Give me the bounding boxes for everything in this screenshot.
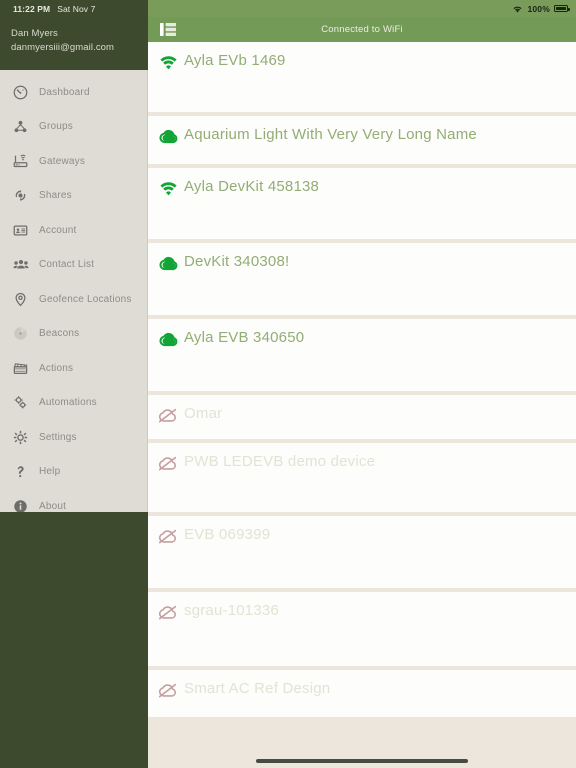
- status-bar-left: 11:22 PM Sat Nov 7: [0, 0, 148, 17]
- groups-network-icon: [12, 118, 29, 135]
- sidebar-item-label: Contact List: [39, 259, 95, 271]
- status-bar-right: 100%: [148, 0, 576, 17]
- device-name: Omar: [184, 405, 223, 422]
- cloud-offline-icon: [158, 526, 178, 546]
- shares-icon: [12, 187, 29, 204]
- device-card[interactable]: Smart AC Ref Design: [148, 670, 576, 717]
- connection-status-title: Connected to WiFi: [321, 24, 403, 35]
- cloud-offline-icon: [158, 405, 178, 425]
- wifi-icon: [158, 52, 178, 72]
- account-name: Dan Myers: [11, 28, 58, 39]
- device-name: Aquarium Light With Very Very Long Name: [184, 126, 477, 143]
- main-panel: 100% Connected to WiFi Ayla EVb 1469 Aqua…: [148, 0, 576, 768]
- gears-icon: [12, 394, 29, 411]
- cloud-icon: [158, 329, 178, 349]
- sidebar-item-account[interactable]: Account: [0, 213, 148, 248]
- sidebar-item-label: Groups: [39, 121, 73, 133]
- device-name: Ayla EVB 340650: [184, 329, 305, 346]
- device-card[interactable]: Omar: [148, 395, 576, 439]
- cloud-offline-icon: [158, 453, 178, 473]
- sidebar-item-help[interactable]: Help: [0, 455, 148, 490]
- cloud-icon: [158, 253, 178, 273]
- device-name: PWB LEDEVB demo device: [184, 453, 376, 470]
- sidebar-item-label: Shares: [39, 190, 72, 202]
- device-name: Ayla EVb 1469: [184, 52, 286, 69]
- device-card[interactable]: EVB 069399: [148, 516, 576, 588]
- sidebar: 11:22 PM Sat Nov 7 Dan Myers danmyersiii…: [0, 0, 148, 768]
- sidebar-item-label: Account: [39, 224, 77, 236]
- battery-percent: 100%: [527, 3, 550, 14]
- device-list[interactable]: Ayla EVb 1469 Aquarium Light With Very Ve…: [148, 42, 576, 768]
- sidebar-item-geofence-locations[interactable]: Geofence Locations: [0, 282, 148, 317]
- sidebar-menu: Dashboard Groups Gateways Shares Account Cont…: [0, 70, 148, 512]
- sidebar-toggle-icon[interactable]: [159, 22, 177, 37]
- status-date: Sat Nov 7: [57, 3, 96, 14]
- battery-full-icon: [554, 5, 570, 12]
- device-card[interactable]: sgrau-101336: [148, 592, 576, 666]
- sidebar-item-label: Beacons: [39, 328, 80, 340]
- device-name: sgrau-101336: [184, 602, 279, 619]
- app-root: 11:22 PM Sat Nov 7 Dan Myers danmyersiii…: [0, 0, 576, 768]
- home-indicator-bar: [148, 759, 576, 763]
- sidebar-item-label: Geofence Locations: [39, 293, 132, 305]
- dashboard-gauge-icon: [12, 84, 29, 101]
- sidebar-bottom-filler: [0, 512, 148, 768]
- account-email: danmyersiii@gmail.com: [11, 42, 115, 53]
- cloud-offline-icon: [158, 602, 178, 622]
- account-card-icon: [12, 222, 29, 239]
- status-time: 11:22 PM: [13, 3, 51, 14]
- device-card[interactable]: Ayla DevKit 458138: [148, 168, 576, 239]
- map-pin-icon: [12, 291, 29, 308]
- sidebar-item-label: Gateways: [39, 155, 86, 167]
- sidebar-item-about[interactable]: About: [0, 489, 148, 512]
- device-card[interactable]: Aquarium Light With Very Very Long Name: [148, 116, 576, 164]
- sidebar-item-label: About: [39, 500, 67, 512]
- sidebar-item-label: Automations: [39, 397, 97, 409]
- sidebar-item-label: Help: [39, 466, 61, 478]
- device-card[interactable]: DevKit 340308!: [148, 243, 576, 315]
- beacon-icon: [12, 325, 29, 342]
- sidebar-item-automations[interactable]: Automations: [0, 386, 148, 421]
- clapperboard-icon: [12, 360, 29, 377]
- device-name: EVB 069399: [184, 526, 271, 543]
- sidebar-item-label: Settings: [39, 431, 77, 443]
- sidebar-item-dashboard[interactable]: Dashboard: [0, 75, 148, 110]
- device-name: Smart AC Ref Design: [184, 680, 331, 697]
- account-header[interactable]: Dan Myers danmyersiii@gmail.com: [0, 17, 148, 70]
- sidebar-item-settings[interactable]: Settings: [0, 420, 148, 455]
- cloud-icon: [158, 126, 178, 146]
- gear-icon: [12, 429, 29, 446]
- sidebar-item-groups[interactable]: Groups: [0, 110, 148, 145]
- device-name: DevKit 340308!: [184, 253, 290, 270]
- sidebar-item-gateways[interactable]: Gateways: [0, 144, 148, 179]
- sidebar-item-shares[interactable]: Shares: [0, 179, 148, 214]
- cloud-offline-icon: [158, 680, 178, 700]
- gateway-router-icon: [12, 153, 29, 170]
- question-mark-icon: [12, 463, 29, 480]
- device-card[interactable]: Ayla EVb 1469: [148, 42, 576, 112]
- contacts-people-icon: [12, 256, 29, 273]
- sidebar-item-beacons[interactable]: Beacons: [0, 317, 148, 352]
- device-name: Ayla DevKit 458138: [184, 178, 320, 195]
- wifi-icon: [158, 178, 178, 198]
- wifi-icon: [512, 0, 523, 18]
- device-card[interactable]: PWB LEDEVB demo device: [148, 443, 576, 512]
- top-app-bar: Connected to WiFi: [148, 17, 576, 42]
- device-card[interactable]: Ayla EVB 340650: [148, 319, 576, 391]
- sidebar-item-label: Actions: [39, 362, 74, 374]
- sidebar-item-contact-list[interactable]: Contact List: [0, 248, 148, 283]
- info-icon: [12, 498, 29, 512]
- sidebar-item-actions[interactable]: Actions: [0, 351, 148, 386]
- sidebar-item-label: Dashboard: [39, 86, 90, 98]
